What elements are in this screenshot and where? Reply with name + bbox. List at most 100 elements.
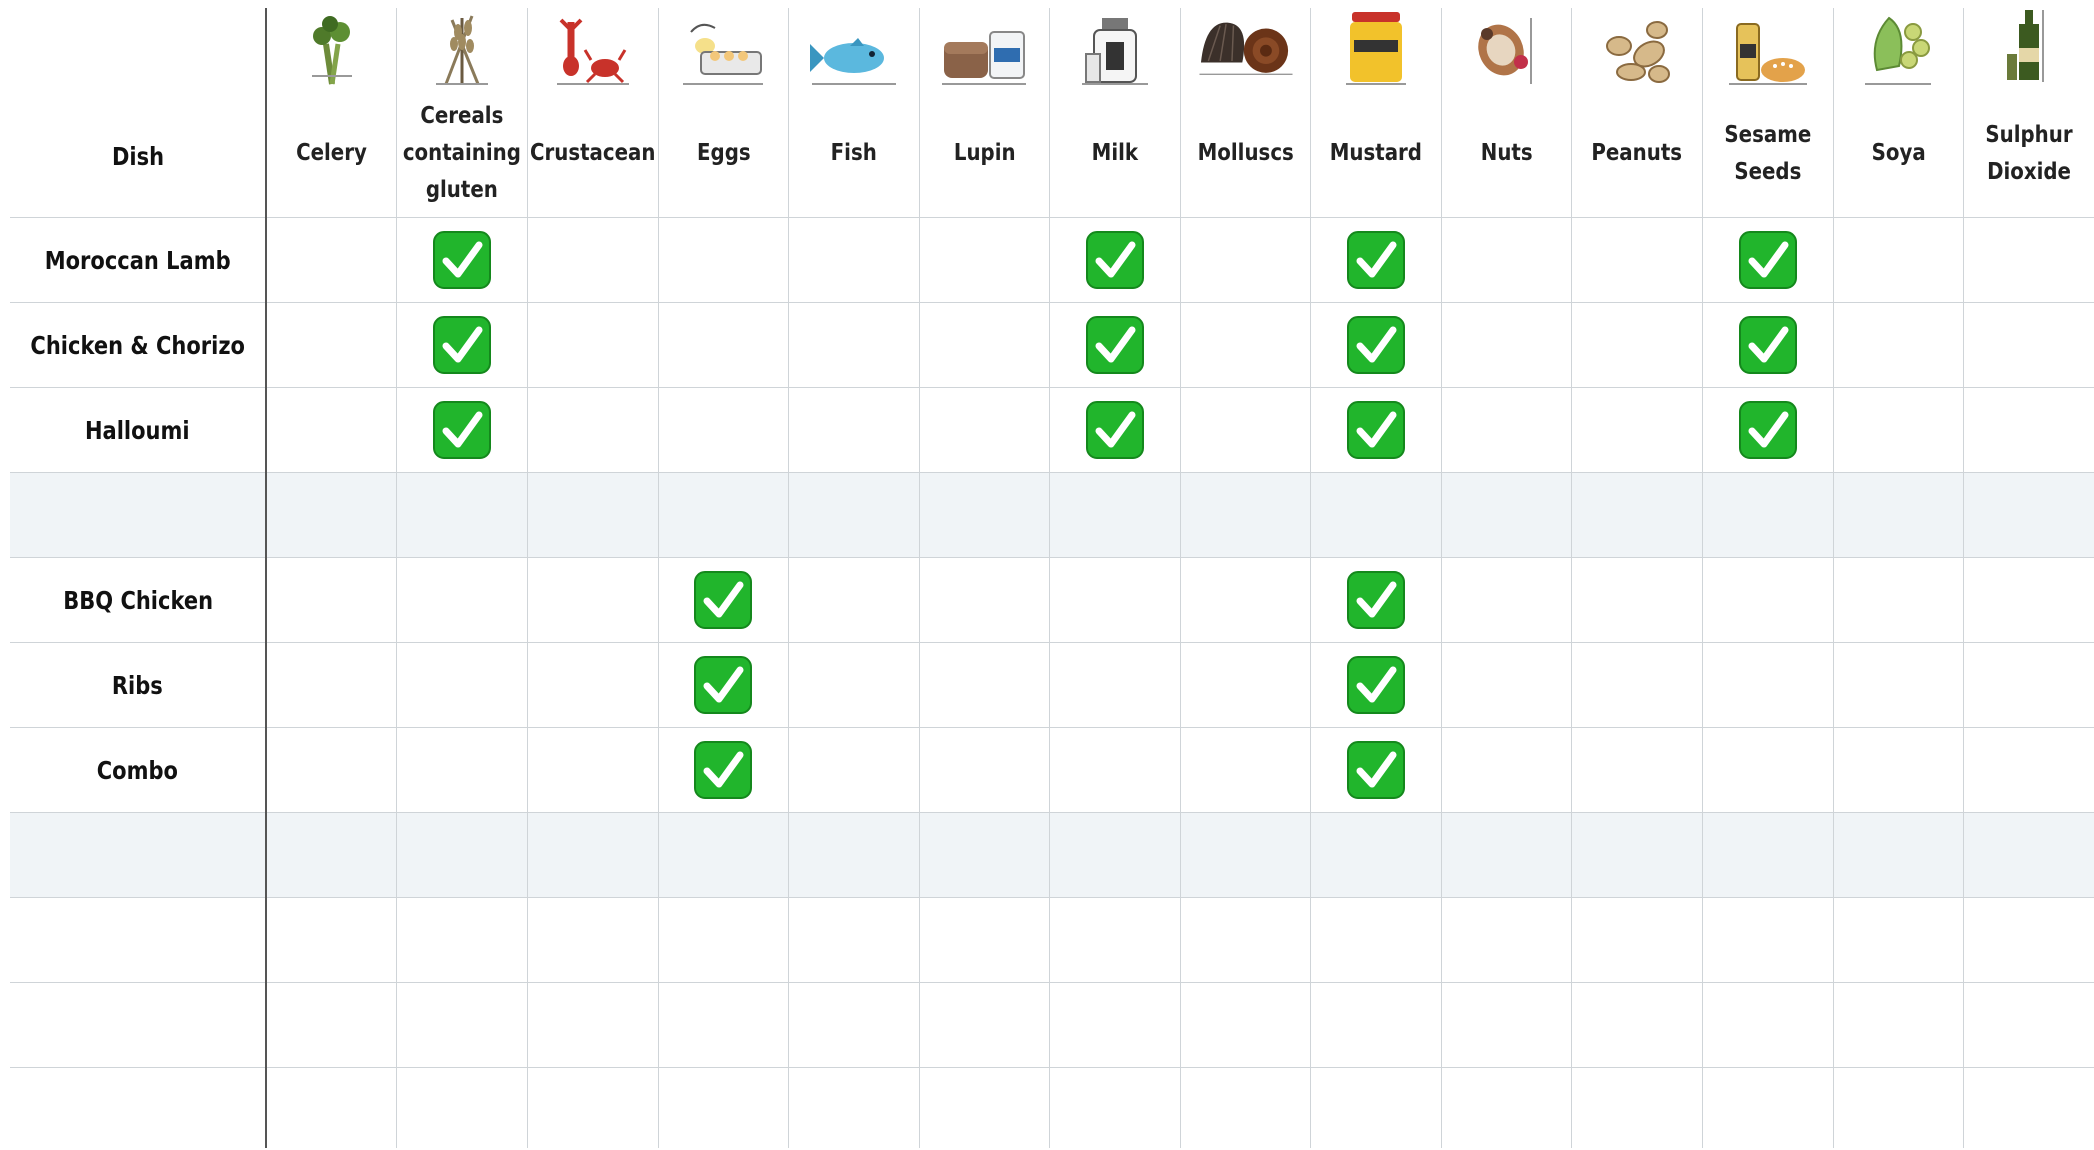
allergen-cell <box>1440 387 1572 473</box>
check-mark-icon <box>1347 316 1406 374</box>
allergen-label: Lupin <box>953 140 1016 166</box>
allergen-cell <box>1701 897 1834 983</box>
allergen-header-sesame-seeds: Sesame Seeds <box>1701 8 1834 218</box>
allergen-cell <box>1440 982 1572 1068</box>
allergen-cell <box>657 982 789 1068</box>
dish-cell: Combo <box>10 727 268 813</box>
allergen-cell <box>1962 897 2094 983</box>
check-mark-icon <box>433 316 492 374</box>
allergen-cell <box>1571 217 1703 303</box>
dish-cell <box>10 1067 268 1148</box>
allergen-cell <box>918 472 1050 558</box>
allergen-label: Soya <box>1871 140 1926 166</box>
allergen-label: Mustard <box>1329 140 1423 166</box>
allergen-cell <box>1440 557 1572 643</box>
allergen-label: Celery <box>296 140 368 166</box>
allergen-header-fish: Fish <box>788 8 920 218</box>
allergen-header-crustacean: Crustacean <box>527 8 658 218</box>
allergen-cell <box>918 1067 1050 1148</box>
allergen-cell <box>396 642 528 728</box>
sesame-icon <box>1720 8 1816 86</box>
allergen-cell <box>265 1067 397 1148</box>
soya-icon <box>1850 8 1946 86</box>
allergen-cell <box>657 217 789 303</box>
allergen-label: Nuts <box>1480 140 1533 166</box>
allergen-cell <box>788 897 920 983</box>
peanuts-icon <box>1589 8 1685 86</box>
allergen-header-sulphur-dioxide: Sulphur Dioxide <box>1962 8 2094 218</box>
allergen-cell <box>788 387 920 473</box>
allergen-cell <box>1310 557 1442 643</box>
allergen-cell <box>1440 812 1572 898</box>
dish-cell <box>10 982 268 1068</box>
allergen-cell <box>1832 897 1964 983</box>
table-row: BBQ Chicken <box>10 557 2094 643</box>
allergen-cell <box>1049 302 1181 388</box>
table-row <box>10 897 2094 983</box>
allergen-cell <box>1962 387 2094 473</box>
allergen-cell <box>1962 727 2094 813</box>
check-mark-icon <box>694 741 753 799</box>
allergen-cell <box>788 217 920 303</box>
allergen-cell <box>396 812 528 898</box>
crab-lobster-icon <box>545 8 641 86</box>
allergen-cell <box>788 557 920 643</box>
allergen-cell <box>396 387 528 473</box>
allergen-cell <box>1962 642 2094 728</box>
allergen-cell <box>1962 1067 2094 1148</box>
allergen-cell <box>1179 727 1311 813</box>
check-mark-icon <box>694 656 753 714</box>
allergen-cell <box>1571 387 1703 473</box>
allergen-header-molluscs: Molluscs <box>1179 8 1311 218</box>
allergen-cell <box>265 472 397 558</box>
allergen-cell <box>918 642 1050 728</box>
allergen-cell <box>1832 217 1964 303</box>
allergen-cell <box>1440 472 1572 558</box>
allergen-cell <box>1571 982 1703 1068</box>
dish-cell <box>10 897 268 983</box>
allergen-cell <box>265 387 397 473</box>
dish-cell <box>10 472 268 558</box>
shell-icon <box>1198 8 1294 86</box>
allergen-cell <box>396 727 528 813</box>
allergen-cell <box>1049 217 1181 303</box>
allergen-cell <box>1832 642 1964 728</box>
dish-name: Ribs <box>112 670 164 700</box>
allergen-cell <box>396 897 528 983</box>
allergen-cell <box>1571 727 1703 813</box>
allergen-cell <box>1571 897 1703 983</box>
allergen-cell <box>265 897 397 983</box>
allergen-cell <box>265 982 397 1068</box>
allergen-cell <box>918 812 1050 898</box>
allergen-label: Fish <box>830 140 877 166</box>
egg-carton-icon <box>675 8 771 86</box>
allergen-cell <box>527 1067 658 1148</box>
allergen-header-milk: Milk <box>1049 8 1181 218</box>
dish-cell: Chicken & Chorizo <box>10 302 268 388</box>
allergen-header-nuts: Nuts <box>1440 8 1572 218</box>
allergen-cell <box>1962 217 2094 303</box>
allergen-cell <box>1310 1067 1442 1148</box>
allergen-cell <box>396 217 528 303</box>
table-row: Combo <box>10 727 2094 813</box>
allergen-header-celery: Celery <box>265 8 397 218</box>
dish-cell: BBQ Chicken <box>10 557 268 643</box>
allergen-cell <box>1440 217 1572 303</box>
table-row <box>10 982 2094 1068</box>
allergen-cell <box>788 472 920 558</box>
table-row: Halloumi <box>10 387 2094 473</box>
allergen-cell <box>1179 472 1311 558</box>
dish-cell: Ribs <box>10 642 268 728</box>
allergen-cell <box>527 982 658 1068</box>
allergen-cell <box>1310 982 1442 1068</box>
check-mark-icon <box>1738 231 1797 289</box>
allergen-chart: Dish Celery Cereals containing gluten Crus… <box>0 0 2094 1150</box>
allergen-cell <box>1440 897 1572 983</box>
allergen-cell <box>1962 812 2094 898</box>
allergen-cell <box>788 982 920 1068</box>
allergen-cell <box>657 812 789 898</box>
allergen-cell <box>657 727 789 813</box>
allergen-cell <box>1701 727 1834 813</box>
allergen-cell <box>657 1067 789 1148</box>
allergen-cell <box>1310 642 1442 728</box>
